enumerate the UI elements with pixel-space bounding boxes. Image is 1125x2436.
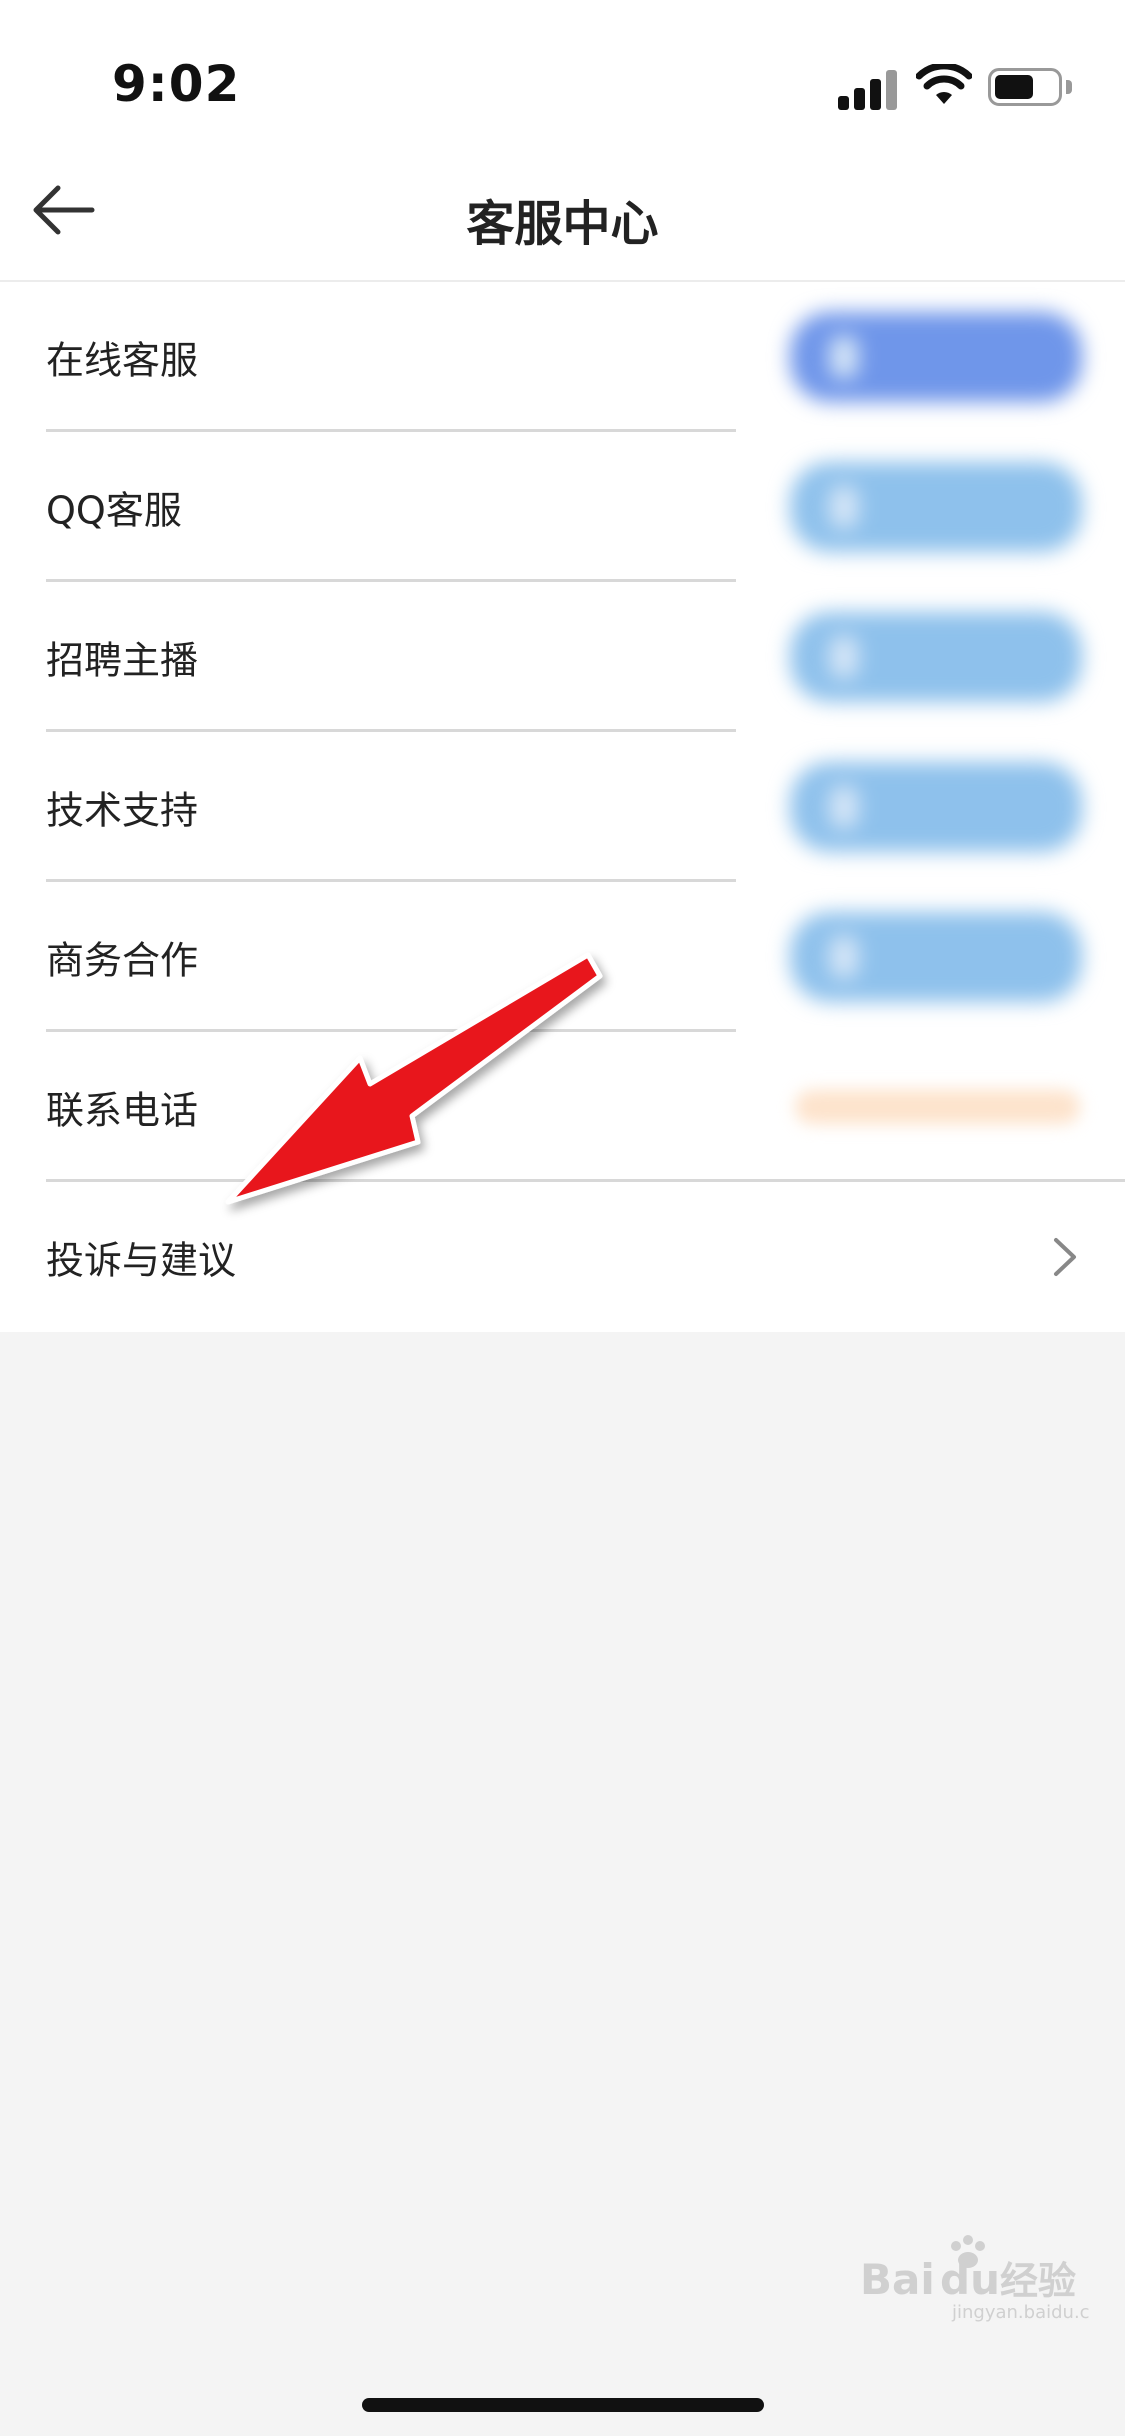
recruit-anchor-button[interactable] bbox=[790, 612, 1082, 702]
phone-number-value[interactable] bbox=[795, 1090, 1080, 1124]
list-item-label: 技术支持 bbox=[46, 788, 199, 833]
list-item-recruit-anchor[interactable]: 招聘主播 bbox=[0, 582, 1125, 732]
chevron-right-icon bbox=[1054, 1238, 1076, 1276]
status-bar: 9:02 bbox=[0, 0, 1125, 140]
list-item-tech-support[interactable]: 技术支持 bbox=[0, 732, 1125, 882]
list-item-contact-phone[interactable]: 联系电话 bbox=[0, 1032, 1125, 1182]
svg-text:Bai: Bai bbox=[860, 2255, 935, 2304]
screen: 9:02 客服中心 在线客服 QQ客服 招聘主播 技术支持 商务合作 联系电话 … bbox=[0, 0, 1125, 2436]
list-item-complaints-suggestions[interactable]: 投诉与建议 bbox=[0, 1182, 1125, 1332]
wifi-icon bbox=[916, 64, 972, 104]
list-item-online-service[interactable]: 在线客服 bbox=[0, 282, 1125, 432]
page-title: 客服中心 bbox=[466, 196, 659, 252]
status-time: 9:02 bbox=[112, 55, 241, 113]
signal-icon bbox=[838, 66, 898, 110]
svg-text:du: du bbox=[940, 2255, 1000, 2304]
list-item-qq-service[interactable]: QQ客服 bbox=[0, 432, 1125, 582]
service-list: 在线客服 QQ客服 招聘主播 技术支持 商务合作 联系电话 投诉与建议 bbox=[0, 282, 1125, 1332]
list-item-label: 商务合作 bbox=[46, 938, 199, 983]
baidu-watermark-logo: Bai du 经验 jingyan.baidu.com bbox=[860, 2235, 1090, 2322]
qq-service-button[interactable] bbox=[790, 462, 1082, 552]
list-item-business-cooperation[interactable]: 商务合作 bbox=[0, 882, 1125, 1032]
list-item-label: QQ客服 bbox=[46, 488, 182, 533]
battery-cap bbox=[1066, 80, 1072, 94]
list-item-label: 投诉与建议 bbox=[46, 1238, 237, 1283]
header-bar: 客服中心 bbox=[0, 140, 1125, 282]
tech-support-button[interactable] bbox=[790, 762, 1082, 852]
list-item-label: 在线客服 bbox=[46, 338, 199, 383]
business-cooperation-button[interactable] bbox=[790, 912, 1082, 1002]
svg-text:jingyan.baidu.com: jingyan.baidu.com bbox=[951, 2302, 1090, 2322]
home-indicator[interactable] bbox=[362, 2398, 764, 2412]
battery-icon bbox=[988, 68, 1062, 106]
list-item-label: 联系电话 bbox=[46, 1088, 199, 1133]
online-service-button[interactable] bbox=[790, 312, 1082, 402]
list-item-label: 招聘主播 bbox=[46, 638, 199, 683]
svg-text:经验: 经验 bbox=[1000, 2259, 1076, 2303]
